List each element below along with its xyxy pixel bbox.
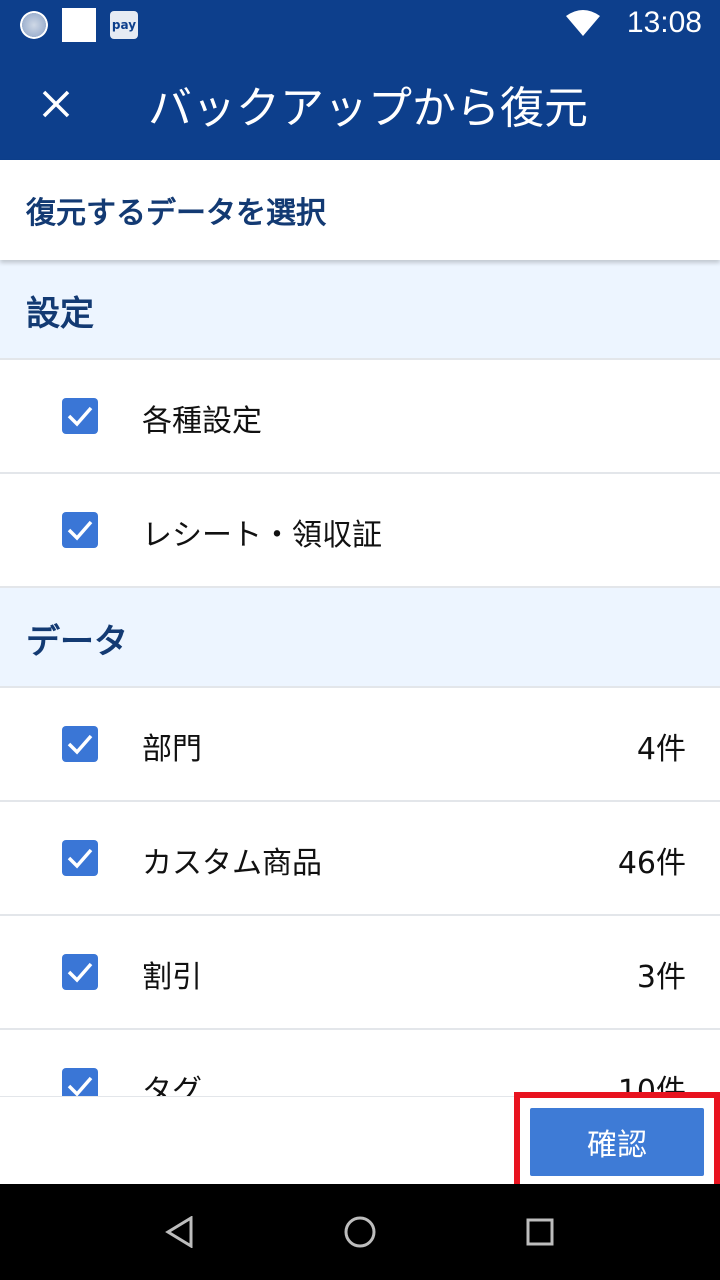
list-item[interactable]: 割引 3件 xyxy=(0,916,720,1030)
check-icon xyxy=(67,520,93,541)
list-item-label: 部門 xyxy=(142,732,202,767)
close-button[interactable] xyxy=(26,78,86,130)
system-nav-bar xyxy=(0,1184,720,1280)
checkbox[interactable] xyxy=(62,512,98,548)
check-icon xyxy=(67,406,93,427)
page-title: バックアップから復元 xyxy=(148,83,588,134)
back-button[interactable] xyxy=(158,1210,202,1254)
status-bar: pay 13:08 xyxy=(0,0,720,48)
section-header-data: データ xyxy=(0,588,720,688)
pay-icon: pay xyxy=(110,11,138,39)
app-bar: バックアップから復元 xyxy=(0,48,720,160)
wifi-icon xyxy=(565,10,600,36)
list-item-label: タグ xyxy=(142,1074,202,1096)
check-icon xyxy=(67,734,93,755)
list-item[interactable]: 各種設定 xyxy=(0,360,720,474)
selection-header: 復元するデータを選択 xyxy=(0,160,720,260)
list-item-label: レシート・領収証 xyxy=(142,518,382,553)
selection-title: 復元するデータを選択 xyxy=(26,196,326,231)
recents-icon xyxy=(526,1218,554,1246)
checkbox[interactable] xyxy=(62,954,98,990)
pay-icon-label: pay xyxy=(111,18,137,32)
section-header-settings: 設定 xyxy=(0,260,720,360)
checkbox[interactable] xyxy=(62,840,98,876)
check-icon xyxy=(67,1076,93,1096)
notification-square-icon xyxy=(62,8,96,42)
sync-icon xyxy=(20,11,48,39)
close-icon xyxy=(42,90,70,118)
list-item[interactable]: 部門 4件 xyxy=(0,688,720,802)
home-button[interactable] xyxy=(338,1210,382,1254)
section-title: 設定 xyxy=(26,294,94,334)
list-item-count: 4件 xyxy=(636,732,686,767)
list-item[interactable]: カスタム商品 46件 xyxy=(0,802,720,916)
home-icon xyxy=(344,1216,376,1248)
section-title: データ xyxy=(26,622,128,662)
checkbox[interactable] xyxy=(62,1068,98,1096)
list-item-count: 46件 xyxy=(617,846,686,881)
list-item[interactable]: タグ 10件 xyxy=(0,1030,720,1096)
checkbox[interactable] xyxy=(62,726,98,762)
recents-button[interactable] xyxy=(518,1210,562,1254)
list-item-label: 各種設定 xyxy=(142,404,262,439)
back-icon xyxy=(165,1216,193,1248)
status-right: 13:08 xyxy=(565,6,702,40)
confirm-highlight: 確認 xyxy=(514,1092,720,1192)
status-time: 13:08 xyxy=(626,6,702,39)
list-item-label: カスタム商品 xyxy=(142,846,322,881)
restore-list[interactable]: 設定 各種設定 レシート・領収証 データ 部門 4件 カスタム商品 46件 割引 xyxy=(0,260,720,1096)
list-item[interactable]: レシート・領収証 xyxy=(0,474,720,588)
checkbox[interactable] xyxy=(62,398,98,434)
status-left-icons: pay xyxy=(20,8,138,42)
list-item-label: 割引 xyxy=(142,960,202,995)
check-icon xyxy=(67,848,93,869)
check-icon xyxy=(67,962,93,983)
list-item-count: 3件 xyxy=(636,960,686,995)
confirm-button[interactable]: 確認 xyxy=(530,1108,704,1176)
